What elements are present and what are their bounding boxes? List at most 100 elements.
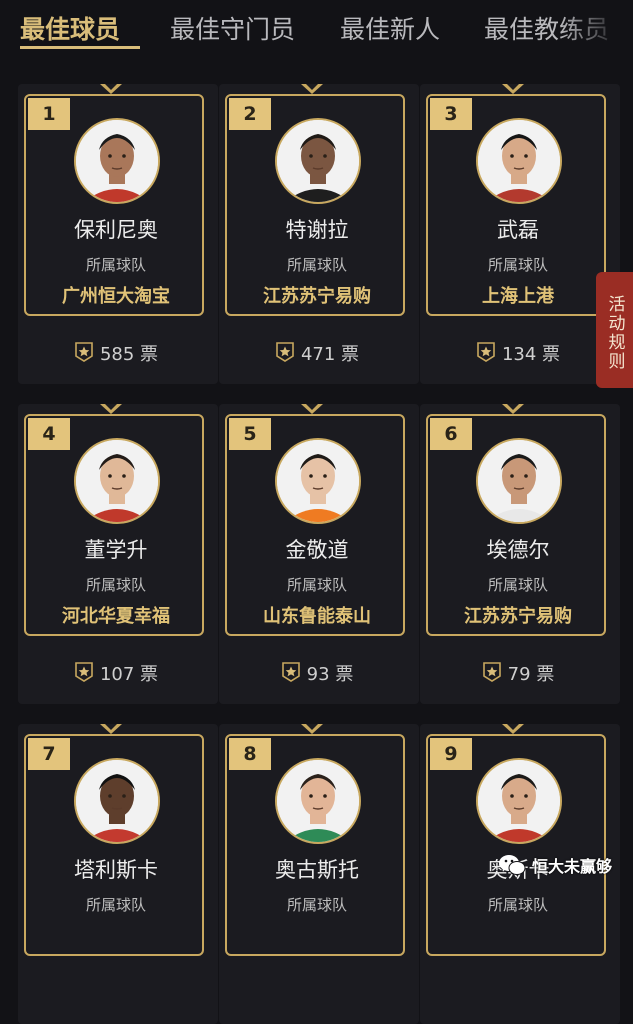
active-tab-indicator xyxy=(20,46,140,49)
rank-badge: 6 xyxy=(430,418,472,450)
frame-notch-inner xyxy=(105,724,117,730)
vote-count[interactable]: 585 票 xyxy=(18,340,214,366)
vote-number: 93 xyxy=(306,664,330,685)
player-avatar xyxy=(275,758,361,844)
team-name: 河北华夏幸福 xyxy=(62,606,170,627)
player-avatar xyxy=(74,118,160,204)
award-tabs: 最佳球员 最佳守门员 最佳新人 最佳教练员 xyxy=(0,0,633,60)
frame-notch-inner xyxy=(105,404,117,410)
player-photo xyxy=(76,760,158,842)
player-card[interactable]: 5 金敬道 所属球队 山东鲁能泰山 93 票 xyxy=(219,404,419,704)
vote-count[interactable]: 93 票 xyxy=(219,660,415,686)
vote-unit: 票 xyxy=(341,344,360,365)
player-name: 埃德尔 xyxy=(486,538,550,562)
rank-badge: 7 xyxy=(28,738,70,770)
player-card[interactable]: 4 董学升 所属球队 河北华夏幸福 107 票 xyxy=(18,404,218,704)
player-card[interactable]: 6 埃德尔 所属球队 江苏苏宁易购 79 票 xyxy=(420,404,620,704)
tab-best-goalkeeper[interactable]: 最佳守门员 xyxy=(170,10,295,46)
team-label: 所属球队 xyxy=(487,256,548,274)
player-name: 奥古斯托 xyxy=(275,858,359,882)
player-card[interactable]: 2 特谢拉 所属球队 江苏苏宁易购 471 票 xyxy=(219,84,419,384)
player-card[interactable]: 8 奥古斯托 所属球队 票 xyxy=(219,724,419,1024)
team-name: 上海上港 xyxy=(482,286,554,307)
frame-notch-inner xyxy=(507,724,519,730)
team-name: 江苏苏宁易购 xyxy=(464,606,572,627)
vote-star-icon xyxy=(75,342,93,362)
vote-unit: 票 xyxy=(335,664,354,685)
team-label: 所属球队 xyxy=(85,576,146,594)
player-photo xyxy=(76,120,158,202)
rank-badge: 4 xyxy=(28,418,70,450)
team-label: 所属球队 xyxy=(487,576,548,594)
player-card[interactable]: 7 塔利斯卡 所属球队 票 xyxy=(18,724,218,1024)
player-photo xyxy=(277,760,359,842)
player-name: 特谢拉 xyxy=(285,218,349,242)
player-avatar xyxy=(74,438,160,524)
player-photo xyxy=(277,120,359,202)
player-photo xyxy=(76,440,158,522)
vote-star-icon xyxy=(276,342,294,362)
player-card[interactable]: 3 武磊 所属球队 上海上港 134 票 xyxy=(420,84,620,384)
vote-number: 107 xyxy=(99,664,135,685)
vote-unit: 票 xyxy=(536,664,555,685)
player-avatar xyxy=(476,118,562,204)
watermark: 恒大未赢够 xyxy=(498,848,612,882)
player-photo xyxy=(277,440,359,522)
vote-star-icon xyxy=(281,662,300,682)
vote-number: 471 xyxy=(300,344,336,365)
vote-count[interactable]: 79 票 xyxy=(420,660,616,686)
player-name: 塔利斯卡 xyxy=(74,858,158,882)
player-avatar xyxy=(74,758,160,844)
player-avatar xyxy=(275,438,361,524)
vote-count[interactable]: 134 票 xyxy=(420,340,616,366)
frame-notch-inner xyxy=(306,404,318,410)
rank-badge: 1 xyxy=(28,98,70,130)
vote-star-icon xyxy=(75,662,93,682)
team-label: 所属球队 xyxy=(286,896,347,914)
player-photo xyxy=(478,120,560,202)
frame-notch-inner xyxy=(507,84,519,90)
vote-number: 585 xyxy=(99,344,135,365)
vote-number: 134 xyxy=(501,344,537,365)
player-avatar xyxy=(476,758,562,844)
vote-unit: 票 xyxy=(542,344,561,365)
rank-badge: 8 xyxy=(229,738,271,770)
rank-badge: 2 xyxy=(229,98,271,130)
team-label: 所属球队 xyxy=(85,896,146,914)
frame-notch-inner xyxy=(306,84,318,90)
player-name: 董学升 xyxy=(84,538,148,562)
tab-overflow-fade xyxy=(560,0,633,55)
player-name: 保利尼奥 xyxy=(74,218,158,242)
player-name: 武磊 xyxy=(497,218,539,242)
vote-star-icon xyxy=(477,342,495,362)
rank-badge: 9 xyxy=(430,738,472,770)
rank-badge: 5 xyxy=(229,418,271,450)
team-name: 山东鲁能泰山 xyxy=(263,606,371,627)
tab-best-player[interactable]: 最佳球员 xyxy=(20,10,120,46)
activity-rules-button[interactable]: 活动规则 xyxy=(596,272,633,388)
team-label: 所属球队 xyxy=(286,576,347,594)
vote-number: 79 xyxy=(507,664,531,685)
player-photo xyxy=(478,440,560,522)
team-label: 所属球队 xyxy=(487,896,548,914)
frame-notch-inner xyxy=(507,404,519,410)
vote-unit: 票 xyxy=(140,664,159,685)
frame-notch-inner xyxy=(105,84,117,90)
vote-star-icon xyxy=(482,662,501,682)
tab-best-newcomer[interactable]: 最佳新人 xyxy=(340,10,440,46)
rank-badge: 3 xyxy=(430,98,472,130)
team-name: 广州恒大淘宝 xyxy=(62,286,170,307)
watermark-text: 恒大未赢够 xyxy=(532,857,613,876)
vote-unit: 票 xyxy=(140,344,159,365)
team-label: 所属球队 xyxy=(85,256,146,274)
team-name: 江苏苏宁易购 xyxy=(263,286,371,307)
player-name: 金敬道 xyxy=(285,538,349,562)
wechat-icon xyxy=(499,855,526,875)
vote-count[interactable]: 471 票 xyxy=(219,340,415,366)
player-avatar xyxy=(275,118,361,204)
vote-count[interactable]: 107 票 xyxy=(18,660,214,686)
frame-notch-inner xyxy=(306,724,318,730)
player-avatar xyxy=(476,438,562,524)
team-label: 所属球队 xyxy=(286,256,347,274)
player-card[interactable]: 1 保利尼奥 所属球队 广州恒大淘宝 585 票 xyxy=(18,84,218,384)
